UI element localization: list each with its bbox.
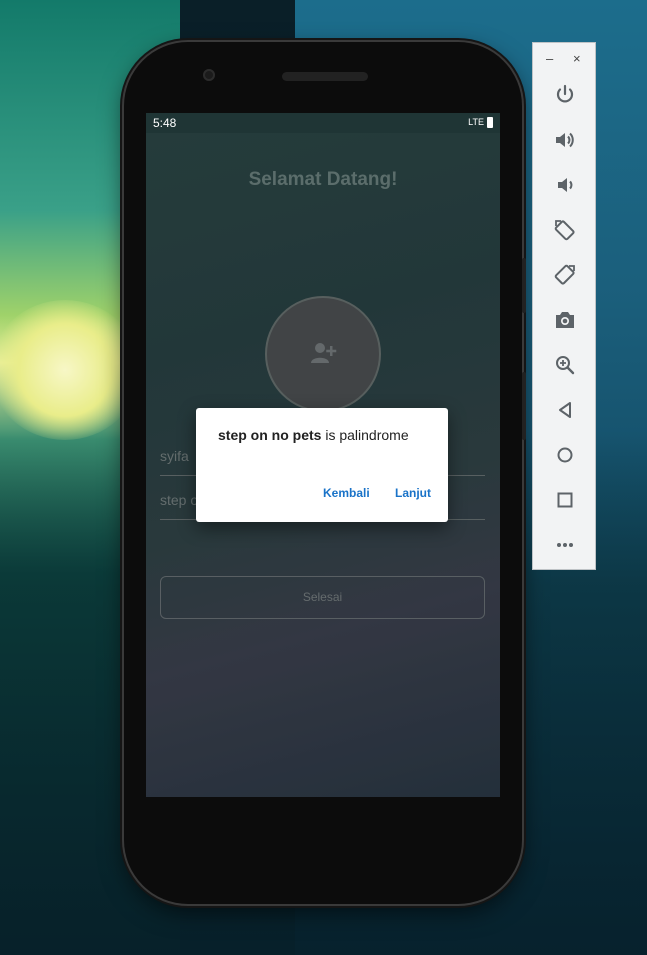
close-button[interactable]: ×	[573, 51, 581, 66]
volume-up-icon[interactable]	[553, 128, 577, 152]
kembali-button[interactable]: Kembali	[323, 486, 370, 500]
status-bar: 5:48 LTE	[146, 113, 500, 133]
emulator-toolbar: – ×	[532, 42, 596, 570]
home-icon[interactable]	[553, 443, 577, 467]
power-icon[interactable]	[553, 83, 577, 107]
network-indicator: LTE	[468, 117, 484, 127]
result-dialog: step on no pets is palindrome Kembali La…	[196, 408, 448, 522]
toolbar-window-controls: – ×	[533, 51, 597, 71]
status-time: 5:48	[153, 116, 177, 130]
dialog-message: step on no pets is palindrome	[218, 427, 409, 443]
phone-side-button-volume	[522, 372, 526, 440]
earpiece-speaker	[282, 72, 368, 81]
dialog-message-rest: is palindrome	[321, 427, 409, 443]
back-icon[interactable]	[553, 398, 577, 422]
more-icon[interactable]	[553, 533, 577, 557]
zoom-icon[interactable]	[553, 353, 577, 377]
rotate-right-icon[interactable]	[553, 263, 577, 287]
dialog-message-bold: step on no pets	[218, 427, 322, 443]
emulator-phone-frame: 5:48 LTE Selamat Datang! syifa step o Se…	[124, 42, 522, 904]
battery-icon	[487, 117, 493, 128]
volume-down-icon[interactable]	[553, 173, 577, 197]
front-camera	[203, 69, 215, 81]
minimize-button[interactable]: –	[546, 51, 553, 66]
camera-icon[interactable]	[553, 308, 577, 332]
overview-icon[interactable]	[553, 488, 577, 512]
device-screen: 5:48 LTE Selamat Datang! syifa step o Se…	[146, 113, 500, 797]
rotate-left-icon[interactable]	[553, 218, 577, 242]
lanjut-button[interactable]: Lanjut	[395, 486, 431, 500]
phone-side-button-power	[522, 258, 526, 313]
